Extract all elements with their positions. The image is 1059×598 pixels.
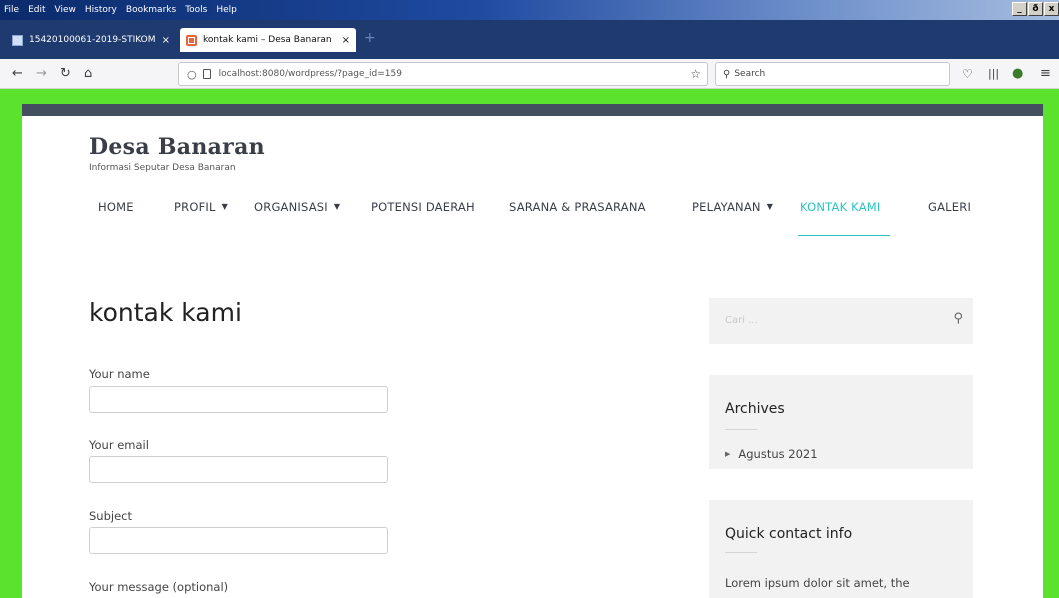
name-label: Your name — [89, 367, 150, 381]
search-icon[interactable]: ⚲ — [953, 311, 963, 326]
document-icon — [12, 34, 23, 46]
archive-link-agustus-2021[interactable]: ▶ Agustus 2021 — [725, 447, 818, 461]
library-icon[interactable]: ||| — [988, 65, 999, 83]
forward-arrow-icon[interactable]: → — [36, 65, 47, 83]
chevron-down-icon: ▼ — [766, 202, 774, 211]
search-placeholder: Search — [734, 69, 766, 79]
tab-title: kontak kami – Desa Banaran — [203, 35, 332, 45]
triangle-right-icon: ▶ — [725, 450, 731, 458]
reload-icon[interactable]: ↻ — [60, 65, 71, 83]
tab-close-icon[interactable]: × — [342, 35, 350, 46]
nav-label: GALERI — [928, 200, 972, 214]
widget-title: Quick contact info — [725, 526, 853, 542]
nav-galeri[interactable]: GALERI — [928, 200, 971, 236]
pocket-icon[interactable]: ♡ — [962, 65, 973, 83]
page-viewport: Desa Banaran Informasi Seputar Desa Bana… — [0, 89, 1059, 598]
nav-label: HOME — [98, 200, 134, 214]
nav-label: SARANA & PRASARANA — [509, 200, 646, 214]
email-field[interactable] — [89, 456, 388, 483]
nav-label: POTENSI DAERAH — [371, 200, 475, 214]
chevron-down-icon: ▼ — [333, 202, 341, 211]
url-text: localhost:8080/wordpress/?page_id=159 — [218, 69, 402, 79]
page-title: kontak kami — [89, 298, 242, 327]
site-title[interactable]: Desa Banaran — [89, 134, 265, 160]
contact-text: Lorem ipsum dolor sit amet, the — [725, 576, 910, 590]
subject-field[interactable] — [89, 527, 388, 554]
name-field[interactable] — [89, 386, 388, 413]
page-info-icon[interactable] — [202, 69, 211, 79]
divider — [725, 552, 757, 553]
sidebar-search[interactable]: Cari ... ⚲ — [709, 298, 973, 344]
nav-label: ORGANISASI — [254, 200, 328, 214]
window-controls: _ ð x — [1012, 2, 1059, 16]
tab-stikom[interactable]: 15420100061-2019-STIKOM SURA × — [6, 28, 176, 52]
extension-icon[interactable]: ● — [1012, 65, 1023, 83]
tab-bar: 15420100061-2019-STIKOM SURA × kontak ka… — [0, 20, 1059, 59]
message-label: Your message (optional) — [89, 580, 229, 594]
new-tab-button[interactable]: + — [364, 30, 376, 46]
chevron-down-icon: ▼ — [221, 202, 228, 211]
menu-help[interactable]: Help — [216, 5, 237, 15]
menu-view[interactable]: View — [55, 5, 76, 15]
nav-label: PELAYANAN — [692, 200, 761, 214]
search-bar[interactable]: ⚲ Search — [715, 62, 950, 86]
site-tagline: Informasi Seputar Desa Banaran — [89, 163, 236, 173]
subject-label: Subject — [89, 509, 132, 523]
hamburger-menu-icon[interactable]: ≡ — [1040, 65, 1051, 83]
menu-tools[interactable]: Tools — [185, 5, 207, 15]
search-icon: ⚲ — [723, 68, 731, 80]
menu-bookmarks[interactable]: Bookmarks — [126, 5, 176, 15]
archives-widget: Archives ▶ Agustus 2021 — [709, 375, 973, 469]
divider — [725, 429, 757, 430]
bookmark-star-icon[interactable]: ☆ — [690, 67, 701, 81]
menu-file[interactable]: File — [4, 5, 19, 15]
back-arrow-icon[interactable]: ← — [12, 65, 23, 83]
tab-title: 15420100061-2019-STIKOM SURA — [29, 35, 158, 45]
nav-home[interactable]: HOME — [98, 200, 134, 236]
tab-kontak-kami[interactable]: kontak kami – Desa Banaran × — [180, 28, 356, 52]
quick-contact-widget: Quick contact info Lorem ipsum dolor sit… — [709, 500, 973, 598]
site-page: Desa Banaran Informasi Seputar Desa Bana… — [22, 104, 1043, 598]
nav-label: KONTAK KAMI — [800, 200, 881, 214]
url-bar[interactable]: ○ localhost:8080/wordpress/?page_id=159 … — [178, 62, 708, 86]
top-strip — [22, 104, 1043, 116]
nav-label: PROFIL — [174, 200, 216, 214]
search-placeholder: Cari ... — [725, 315, 758, 326]
nav-profil[interactable]: PROFIL ▼ — [174, 200, 228, 236]
nav-organisasi[interactable]: ORGANISASI ▼ — [254, 200, 340, 236]
tab-close-icon[interactable]: × — [162, 35, 170, 46]
tracking-shield-icon[interactable]: ○ — [187, 68, 197, 81]
menu-bar: File Edit View History Bookmarks Tools H… — [0, 0, 1059, 20]
widget-title: Archives — [725, 401, 785, 417]
nav-sarana-prasarana[interactable]: SARANA & PRASARANA — [509, 200, 646, 236]
maximize-button[interactable]: ð — [1028, 2, 1043, 16]
minimize-button[interactable]: _ — [1012, 2, 1027, 16]
menu-edit[interactable]: Edit — [28, 5, 45, 15]
nav-kontak-kami[interactable]: KONTAK KAMI — [798, 200, 890, 236]
menu-history[interactable]: History — [85, 5, 117, 15]
email-label: Your email — [89, 438, 149, 452]
archive-label: Agustus 2021 — [738, 447, 818, 461]
nav-potensi-daerah[interactable]: POTENSI DAERAH — [371, 200, 475, 236]
site-favicon-icon — [186, 34, 197, 46]
home-icon[interactable]: ⌂ — [84, 65, 92, 83]
close-window-button[interactable]: x — [1044, 2, 1059, 16]
navigation-toolbar: ← → ↻ ⌂ ○ localhost:8080/wordpress/?page… — [0, 59, 1059, 89]
nav-pelayanan[interactable]: PELAYANAN ▼ — [692, 200, 773, 236]
